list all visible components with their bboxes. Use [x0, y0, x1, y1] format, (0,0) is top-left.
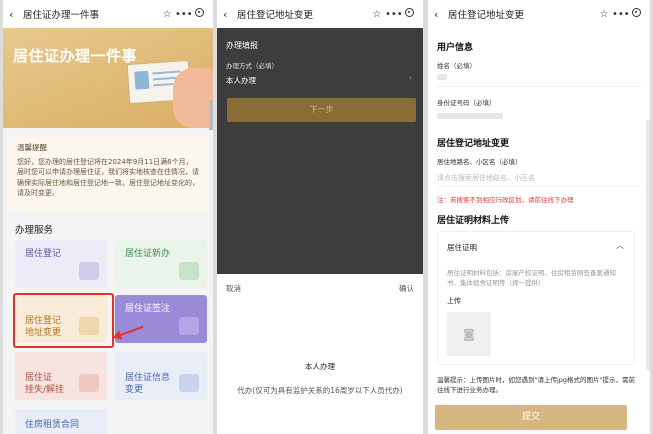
divider — [437, 86, 641, 87]
lock-icon — [79, 374, 99, 392]
scrollbar[interactable] — [209, 100, 213, 130]
nav-bar: ‹ 居住登记地址变更 ☆ ••• — [428, 0, 650, 28]
pen-icon — [179, 317, 199, 335]
option-agent[interactable]: 代办(仅可为具有监护关系的16周岁以下人员代办) — [217, 385, 423, 396]
tile-info-change[interactable]: 居住证信息 变更 — [115, 352, 207, 400]
nav-title: 居住证办理一件事 — [23, 10, 100, 21]
form-title: 办理填报 — [226, 41, 258, 50]
tile-label: 居住证 挂失/解挂 — [25, 373, 65, 395]
back-icon[interactable]: ‹ — [223, 8, 233, 21]
cancel-button[interactable]: 取消 — [226, 283, 241, 294]
tile-new-residence-permit[interactable]: 居住证新办 — [115, 240, 207, 288]
upload-label: 上传 — [447, 297, 461, 305]
more-icon[interactable]: ••• — [612, 9, 630, 20]
materials-title: 居住证明材料上传 — [437, 216, 510, 226]
back-icon[interactable]: ‹ — [9, 8, 19, 21]
address-input[interactable]: 请点击搜索居住地路名、小区名 — [437, 173, 535, 183]
nav-title: 居住登记地址变更 — [237, 10, 314, 21]
notice-box: 温馨提醒 您好，您办理的居住登记将在2024年9月11日满6个月，届时您可以申请… — [9, 137, 207, 211]
nav-title: 居住登记地址变更 — [448, 10, 525, 21]
scrollbar[interactable] — [646, 120, 650, 370]
option-self[interactable]: 本人办理 — [217, 361, 423, 372]
notice-text: 您好，您办理的居住登记将在2024年9月11日满6个月，届时您可以申请办理居住证… — [17, 157, 199, 198]
document-icon — [79, 262, 99, 280]
tile-label: 住房租赁合同 — [25, 420, 80, 430]
tile-label: 居住证签注 — [125, 304, 171, 314]
name-field[interactable] — [437, 74, 447, 80]
star-icon[interactable]: ☆ — [369, 9, 385, 20]
address-label: 居住地路名、小区名（必填） — [437, 158, 522, 166]
notice-title: 温馨提醒 — [17, 143, 47, 152]
nav-bar: ‹ 居住证办理一件事 ☆ ••• — [3, 0, 213, 28]
address-change-title: 居住登记地址变更 — [437, 139, 510, 149]
id-label: 身份证号码（必填） — [437, 99, 496, 107]
chevron-up-icon[interactable]: ︿ — [616, 240, 624, 251]
next-button[interactable]: 下一步 — [227, 98, 416, 122]
dimmed-form: 办理填报 办理方式（必填） 本人办理 › 下一步 — [217, 28, 423, 274]
more-icon[interactable]: ••• — [385, 9, 403, 20]
warning-text: 注：若搜索不到相应行政区划，请前往线下办理 — [437, 196, 574, 204]
tile-permit-endorsement[interactable]: 居住证签注 — [115, 295, 207, 343]
nav-bar: ‹ 居住登记地址变更 ☆ ••• — [217, 0, 423, 28]
star-icon[interactable]: ☆ — [596, 9, 612, 20]
method-label: 办理方式（必填） — [226, 62, 278, 70]
user-info-title: 用户信息 — [437, 43, 474, 53]
record-icon[interactable] — [628, 8, 644, 20]
proof-section: 居住证明 ︿ 居住证明材料包括：房屋产权证明、住房租赁网签备案通知书、集体宿舍证… — [437, 231, 635, 365]
name-label: 姓名（必填） — [437, 62, 476, 70]
proof-title[interactable]: 居住证明 — [447, 242, 477, 253]
services-heading: 办理服务 — [15, 225, 54, 236]
hand-icon — [173, 68, 213, 128]
tip-text: 温馨提示：上传图片时，如您遇到"请上传jpg格式的图片"提示，需前往线下进行业务… — [437, 376, 636, 394]
camera-icon[interactable]: ◙ — [447, 312, 491, 356]
method-value[interactable]: 本人办理 — [226, 75, 256, 86]
tile-label: 居住证新办 — [125, 249, 171, 259]
proof-description: 居住证明材料包括：房屋产权证明、住房租赁网签备案通知书、集体宿舍证明等（择一提供… — [447, 269, 616, 287]
tile-lease-contract[interactable]: 住房租赁合同 — [15, 409, 107, 434]
chevron-right-icon: › — [409, 74, 412, 82]
tile-residence-registration[interactable]: 居住登记 — [15, 240, 107, 288]
method-select-panel: ‹ 居住登记地址变更 ☆ ••• 办理填报 办理方式（必填） 本人办理 › 下一… — [217, 0, 423, 434]
banner: 居住证办理一件事 — [3, 28, 213, 128]
edit-icon — [179, 374, 199, 392]
record-icon[interactable] — [191, 8, 207, 20]
card-icon — [179, 262, 199, 280]
highlight-box — [13, 293, 114, 348]
confirm-button[interactable]: 确认 — [399, 283, 414, 294]
id-field[interactable] — [437, 113, 503, 119]
tile-label: 居住登记 — [25, 249, 62, 259]
tile-loss-report[interactable]: 居住证 挂失/解挂 — [15, 352, 107, 400]
main-page-panel: ‹ 居住证办理一件事 ☆ ••• 居住证办理一件事 温馨提醒 您好，您办理的居住… — [3, 0, 213, 434]
submit-button[interactable]: 提交 — [435, 405, 627, 430]
record-icon[interactable] — [401, 8, 417, 20]
back-icon[interactable]: ‹ — [434, 8, 444, 21]
divider — [437, 186, 641, 187]
more-icon[interactable]: ••• — [175, 9, 193, 20]
picker-sheet: 取消 确认 本人办理 代办(仅可为具有监护关系的16周岁以下人员代办) — [217, 274, 423, 434]
star-icon[interactable]: ☆ — [159, 9, 175, 20]
address-form-panel: ‹ 居住登记地址变更 ☆ ••• 用户信息 姓名（必填） 身份证号码（必填） 居… — [428, 0, 650, 434]
tile-label: 居住证信息 变更 — [125, 373, 171, 395]
banner-title: 居住证办理一件事 — [13, 47, 138, 65]
